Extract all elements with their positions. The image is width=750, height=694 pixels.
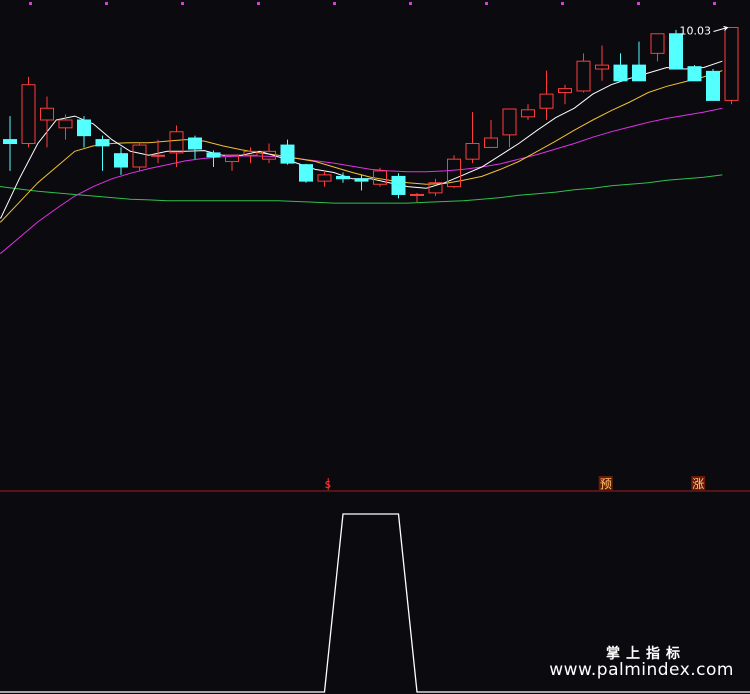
top-dot	[181, 2, 184, 5]
candle	[299, 163, 313, 183]
candle	[225, 154, 239, 171]
candle-body	[595, 64, 609, 70]
candle-body	[687, 66, 702, 82]
candle-body	[576, 60, 591, 92]
candle-body	[521, 109, 535, 118]
candle	[373, 167, 387, 187]
candle	[354, 174, 369, 191]
candle	[465, 112, 480, 164]
top-dot	[333, 2, 336, 5]
candle	[77, 116, 91, 148]
candle-body	[391, 175, 406, 195]
last-price-label: 10.03	[680, 24, 712, 37]
candle-body	[410, 193, 424, 196]
candle-body	[558, 88, 572, 94]
candle-body	[336, 175, 350, 180]
candle-body	[539, 93, 554, 109]
signal-marker: 涨	[691, 476, 706, 491]
top-dot	[637, 2, 640, 5]
candle	[95, 135, 110, 171]
candle	[521, 104, 535, 120]
signal-label: 涨	[692, 476, 704, 491]
candle-body	[669, 33, 683, 70]
candle-body	[502, 108, 517, 136]
candle-body	[151, 154, 165, 157]
candle	[632, 41, 646, 82]
candle	[447, 155, 461, 189]
moving-average-lines	[0, 60, 723, 254]
candle	[151, 139, 165, 164]
candle	[687, 65, 702, 82]
candle-body	[484, 137, 498, 148]
candle-body	[95, 139, 110, 147]
candle-body	[280, 144, 295, 164]
signal-marker: 预	[598, 476, 613, 491]
candlestick-series	[3, 26, 739, 203]
candle	[484, 119, 498, 148]
top-dot	[713, 2, 716, 5]
chart-canvas: 10.03 s 预 涨	[0, 2, 750, 693]
candle	[391, 173, 406, 199]
candle	[558, 84, 572, 105]
candle	[317, 170, 332, 187]
candle-body	[21, 84, 36, 144]
candle	[3, 116, 17, 171]
signal-marker: s	[325, 477, 331, 491]
candle-body	[354, 178, 369, 182]
candle-body	[40, 107, 54, 121]
candle	[58, 114, 73, 140]
candle-body	[613, 64, 628, 82]
candle-body	[3, 139, 17, 144]
candle	[576, 53, 591, 93]
candle	[132, 142, 147, 171]
candle	[280, 139, 295, 165]
candle	[169, 125, 184, 168]
top-dot	[257, 2, 260, 5]
candle	[114, 147, 128, 175]
candle	[188, 135, 202, 160]
candle	[595, 45, 609, 81]
candle	[410, 192, 424, 203]
candle-body	[206, 152, 221, 158]
candle-body	[58, 119, 73, 129]
price-label-group: 10.03	[680, 24, 729, 37]
candle-body	[114, 153, 128, 168]
candle	[613, 53, 628, 82]
candle-body	[465, 143, 480, 160]
signal-label: 预	[600, 477, 612, 491]
candle-body	[706, 70, 720, 101]
candle-body	[169, 131, 184, 154]
signal-markers: s预涨	[325, 476, 706, 491]
candle-body	[632, 64, 646, 82]
candle	[724, 26, 739, 105]
candle-body	[132, 144, 147, 168]
candle-body	[724, 26, 739, 101]
candle	[539, 70, 554, 120]
candle-body	[77, 119, 91, 137]
signal-label: s	[325, 477, 331, 491]
top-dot	[105, 2, 108, 5]
top-dot	[29, 2, 32, 5]
top-dot	[485, 2, 488, 5]
candle	[206, 150, 221, 168]
candle	[428, 178, 443, 197]
watermark-url: www.palmindex.com	[549, 660, 734, 680]
candle-body	[188, 137, 202, 150]
candle-body	[299, 164, 313, 182]
candle-body	[317, 174, 332, 182]
top-dot	[409, 2, 412, 5]
candle	[40, 96, 54, 148]
candle-body	[650, 33, 665, 54]
candle	[706, 69, 720, 101]
top-dot	[561, 2, 564, 5]
candle	[650, 33, 665, 62]
top-dot-row	[29, 2, 716, 5]
candle	[502, 108, 517, 148]
candle	[21, 76, 36, 148]
candle	[243, 147, 258, 164]
